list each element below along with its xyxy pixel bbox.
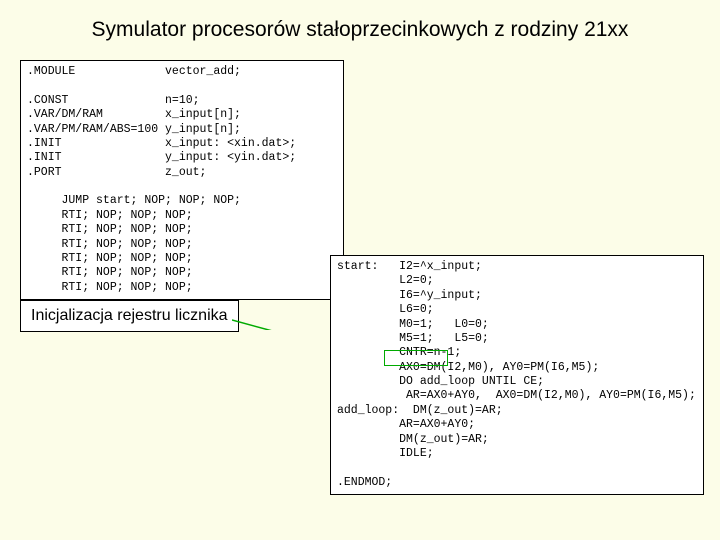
- callout-label: Inicjalizacja rejestru licznika: [20, 300, 239, 332]
- code-block-declarations: .MODULE vector_add; .CONST n=10; .VAR/DM…: [20, 60, 344, 300]
- page-title: Symulator procesorów stałoprzecinkowych …: [0, 18, 720, 42]
- code-block-start: start: I2=^x_input; L2=0; I6=^y_input; L…: [330, 255, 704, 495]
